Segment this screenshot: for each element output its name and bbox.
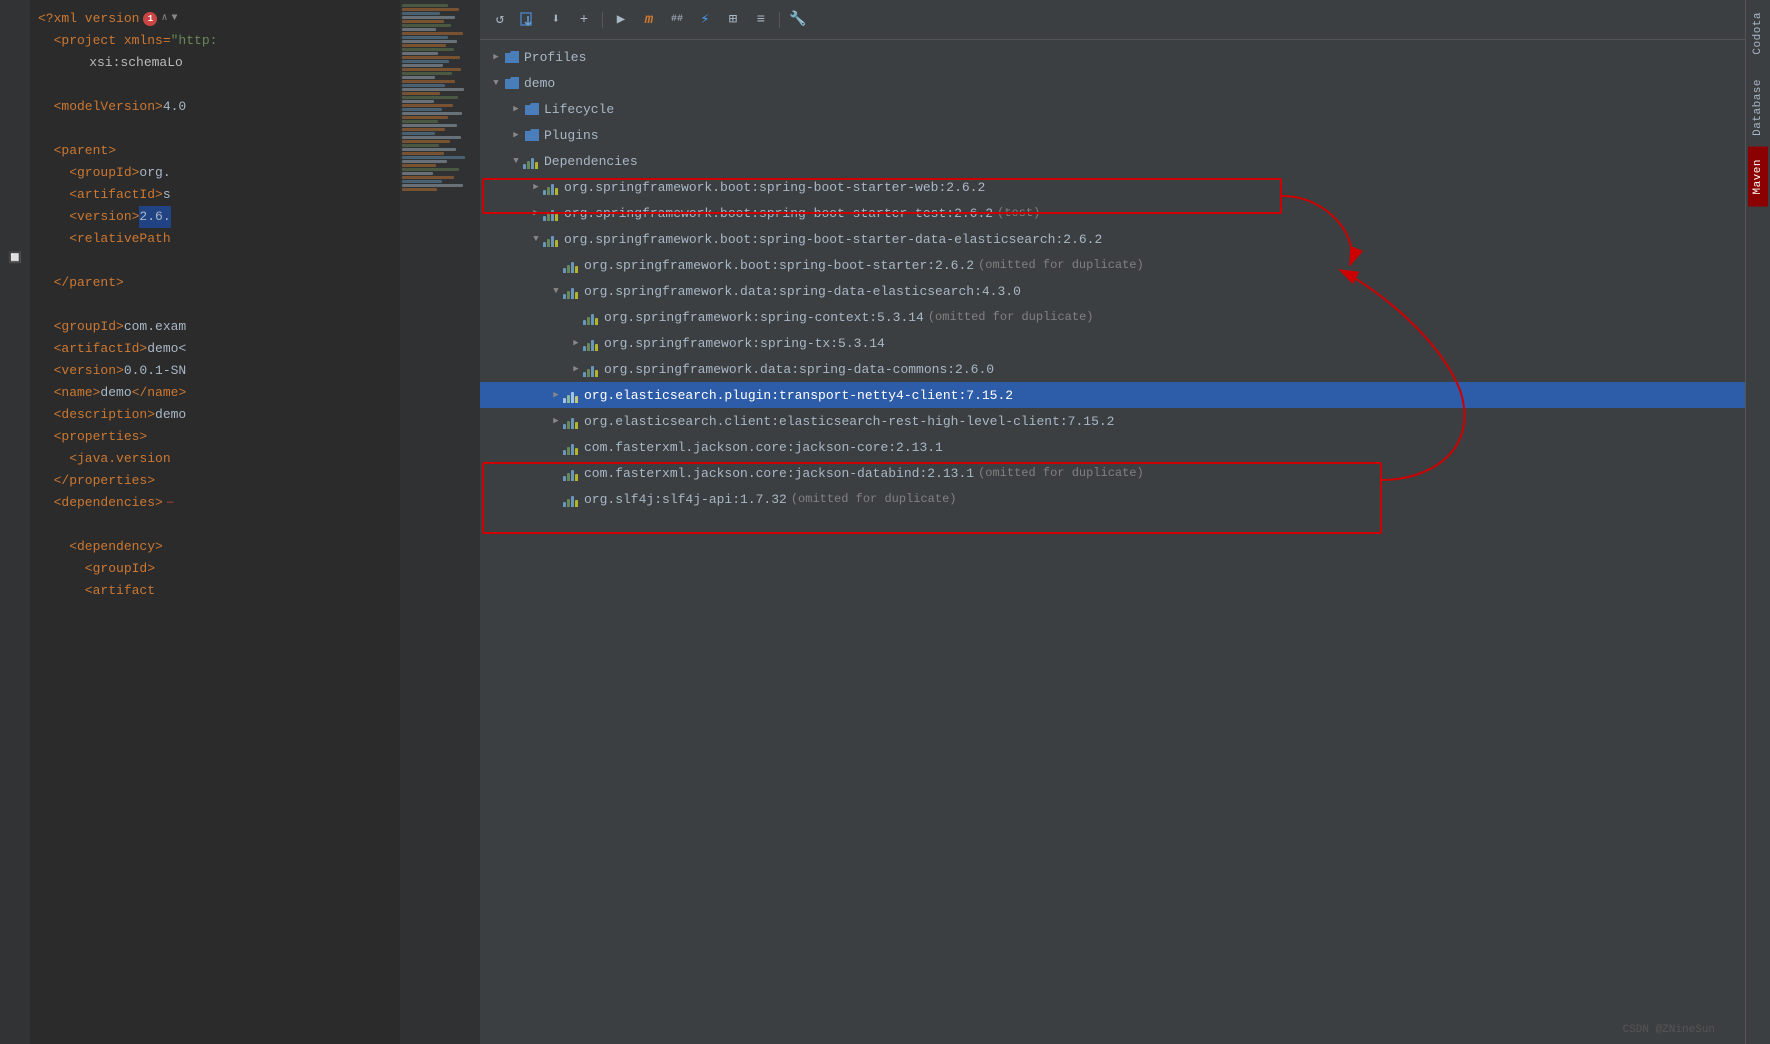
dep-icon [564, 387, 580, 403]
tree-arrow: ▼ [488, 75, 504, 91]
download-button[interactable]: ⬇ [544, 8, 568, 32]
tree-item-label: org.springframework.boot:spring-boot-sta… [564, 232, 1102, 247]
dep-icon [584, 335, 600, 351]
editor-panel: 🔲 <?xml version 1 ∧ ▼ <project xmlns="ht… [0, 0, 480, 1044]
tree-item-profiles[interactable]: ▶ Profiles [480, 44, 1745, 70]
dep-icon [564, 465, 580, 481]
dep-icon [544, 231, 560, 247]
maven-tree: ▶ Profiles ▼ demo ▶ Lifecycle ▶ [480, 40, 1745, 1044]
omit-badge: (omitted for duplicate) [978, 466, 1144, 480]
tree-item-label: org.springframework.data:spring-data-ela… [584, 284, 1021, 299]
import-button[interactable] [516, 8, 540, 32]
tree-item-dep3-1[interactable]: ▶ org.springframework.boot:spring-boot-s… [480, 252, 1745, 278]
refresh-button[interactable]: ↺ [488, 8, 512, 32]
maven-panel: ↺ ⬇ + ▶ m ## ⚡ ⊞ ≡ 🔧 ▶ Profiles ▼ [480, 0, 1745, 1044]
tree-item-dep3-2[interactable]: ▼ org.springframework.data:spring-data-e… [480, 278, 1745, 304]
tree-item-lifecycle[interactable]: ▶ Lifecycle [480, 96, 1745, 122]
tree-item-dep3-2-2[interactable]: ▶ org.springframework:spring-tx:5.3.14 [480, 330, 1745, 356]
tree-item-label: com.fasterxml.jackson.core:jackson-core:… [584, 440, 943, 455]
sidebar-tab-maven[interactable]: Maven [1748, 147, 1768, 207]
tree-item-label: Dependencies [544, 154, 638, 169]
dep-icon [544, 179, 560, 195]
tree-item-label: org.springframework:spring-context:5.3.1… [604, 310, 924, 325]
tree-item-label: demo [524, 76, 555, 91]
maven-toolbar: ↺ ⬇ + ▶ m ## ⚡ ⊞ ≡ 🔧 [480, 0, 1745, 40]
tree-item-label: org.slf4j:slf4j-api:1.7.32 [584, 492, 787, 507]
dep-icon [584, 309, 600, 325]
run-button[interactable]: ▶ [609, 8, 633, 32]
watermark: CSDN @ZNineSun [1623, 1024, 1715, 1036]
tree-item-label: org.springframework.boot:spring-boot-sta… [584, 258, 974, 273]
dep-icon [564, 283, 580, 299]
settings-button[interactable]: 🔧 [786, 8, 810, 32]
list-button[interactable]: ≡ [749, 8, 773, 32]
tree-item-dep3[interactable]: ▼ org.springframework.boot:spring-boot-s… [480, 226, 1745, 252]
folder-icon [524, 101, 540, 117]
add-button[interactable]: + [572, 8, 596, 32]
tree-item-dependencies[interactable]: ▼ Dependencies [480, 148, 1745, 174]
dep-icon [584, 361, 600, 377]
tree-item-label: org.springframework.data:spring-data-com… [604, 362, 994, 377]
test-badge: (test) [997, 206, 1040, 220]
omit-badge: (omitted for duplicate) [791, 492, 957, 506]
tree-item-label: org.elasticsearch.client:elasticsearch-r… [584, 414, 1115, 429]
dep-icon [564, 439, 580, 455]
tree-item-label: Profiles [524, 50, 586, 65]
tree-arrow: ▶ [508, 101, 524, 117]
tree-item-dep6[interactable]: ▶ com.fasterxml.jackson.core:jackson-cor… [480, 434, 1745, 460]
omit-badge: (omitted for duplicate) [978, 258, 1144, 272]
tree-item-dep2[interactable]: ▶ org.springframework.boot:spring-boot-s… [480, 200, 1745, 226]
dep-icon [544, 205, 560, 221]
tree-item-demo[interactable]: ▼ demo [480, 70, 1745, 96]
folder-icon [504, 75, 520, 91]
bolt-button[interactable]: ⚡ [693, 8, 717, 32]
tree-item-dep4[interactable]: ▶ org.elasticsearch.plugin:transport-net… [480, 382, 1745, 408]
maven-m-button[interactable]: m [637, 8, 661, 32]
toolbar-sep1 [602, 12, 603, 28]
tree-item-label: org.springframework.boot:spring-boot-sta… [564, 206, 993, 221]
sidebar-tab-codota[interactable]: Codota [1748, 0, 1768, 67]
editor-gutter: 🔲 [0, 0, 30, 1044]
tree-item-label: org.springframework:spring-tx:5.3.14 [604, 336, 885, 351]
tree-item-label: org.springframework.boot:spring-boot-sta… [564, 180, 985, 195]
dep-icon [564, 257, 580, 273]
tree-item-label: Plugins [544, 128, 599, 143]
folder-icon [524, 127, 540, 143]
tree-item-dep1[interactable]: ▶ org.springframework.boot:spring-boot-s… [480, 174, 1745, 200]
tree-item-dep3-2-1[interactable]: ▶ org.springframework:spring-context:5.3… [480, 304, 1745, 330]
tree-item-plugins[interactable]: ▶ Plugins [480, 122, 1745, 148]
tree-arrow: ▶ [508, 127, 524, 143]
omit-badge: (omitted for duplicate) [928, 310, 1094, 324]
tree-item-label: org.elasticsearch.plugin:transport-netty… [584, 388, 1013, 403]
grid-button[interactable]: ⊞ [721, 8, 745, 32]
tree-item-label: com.fasterxml.jackson.core:jackson-datab… [584, 466, 974, 481]
error-badge: 1 [143, 12, 157, 26]
tree-item-dep8[interactable]: ▶ org.slf4j:slf4j-api:1.7.32 (omitted fo… [480, 486, 1745, 512]
sidebar-tab-database[interactable]: Database [1748, 67, 1768, 148]
dep-icon [564, 413, 580, 429]
tree-item-dep7[interactable]: ▶ com.fasterxml.jackson.core:jackson-dat… [480, 460, 1745, 486]
toolbar-sep2 [779, 12, 780, 28]
tree-item-dep5[interactable]: ▶ org.elasticsearch.client:elasticsearch… [480, 408, 1745, 434]
minimap [400, 0, 480, 1044]
right-sidebar: Codota Database Maven [1745, 0, 1770, 1044]
dep-icon [564, 491, 580, 507]
dep-icon [524, 153, 540, 169]
tree-arrow: ▶ [488, 49, 504, 65]
tree-item-label: Lifecycle [544, 102, 614, 117]
folder-icon [504, 49, 520, 65]
tree-item-dep3-2-3[interactable]: ▶ org.springframework.data:spring-data-c… [480, 356, 1745, 382]
gutter-icon: 🔲 [7, 250, 23, 266]
toggle-button[interactable]: ## [665, 8, 689, 32]
